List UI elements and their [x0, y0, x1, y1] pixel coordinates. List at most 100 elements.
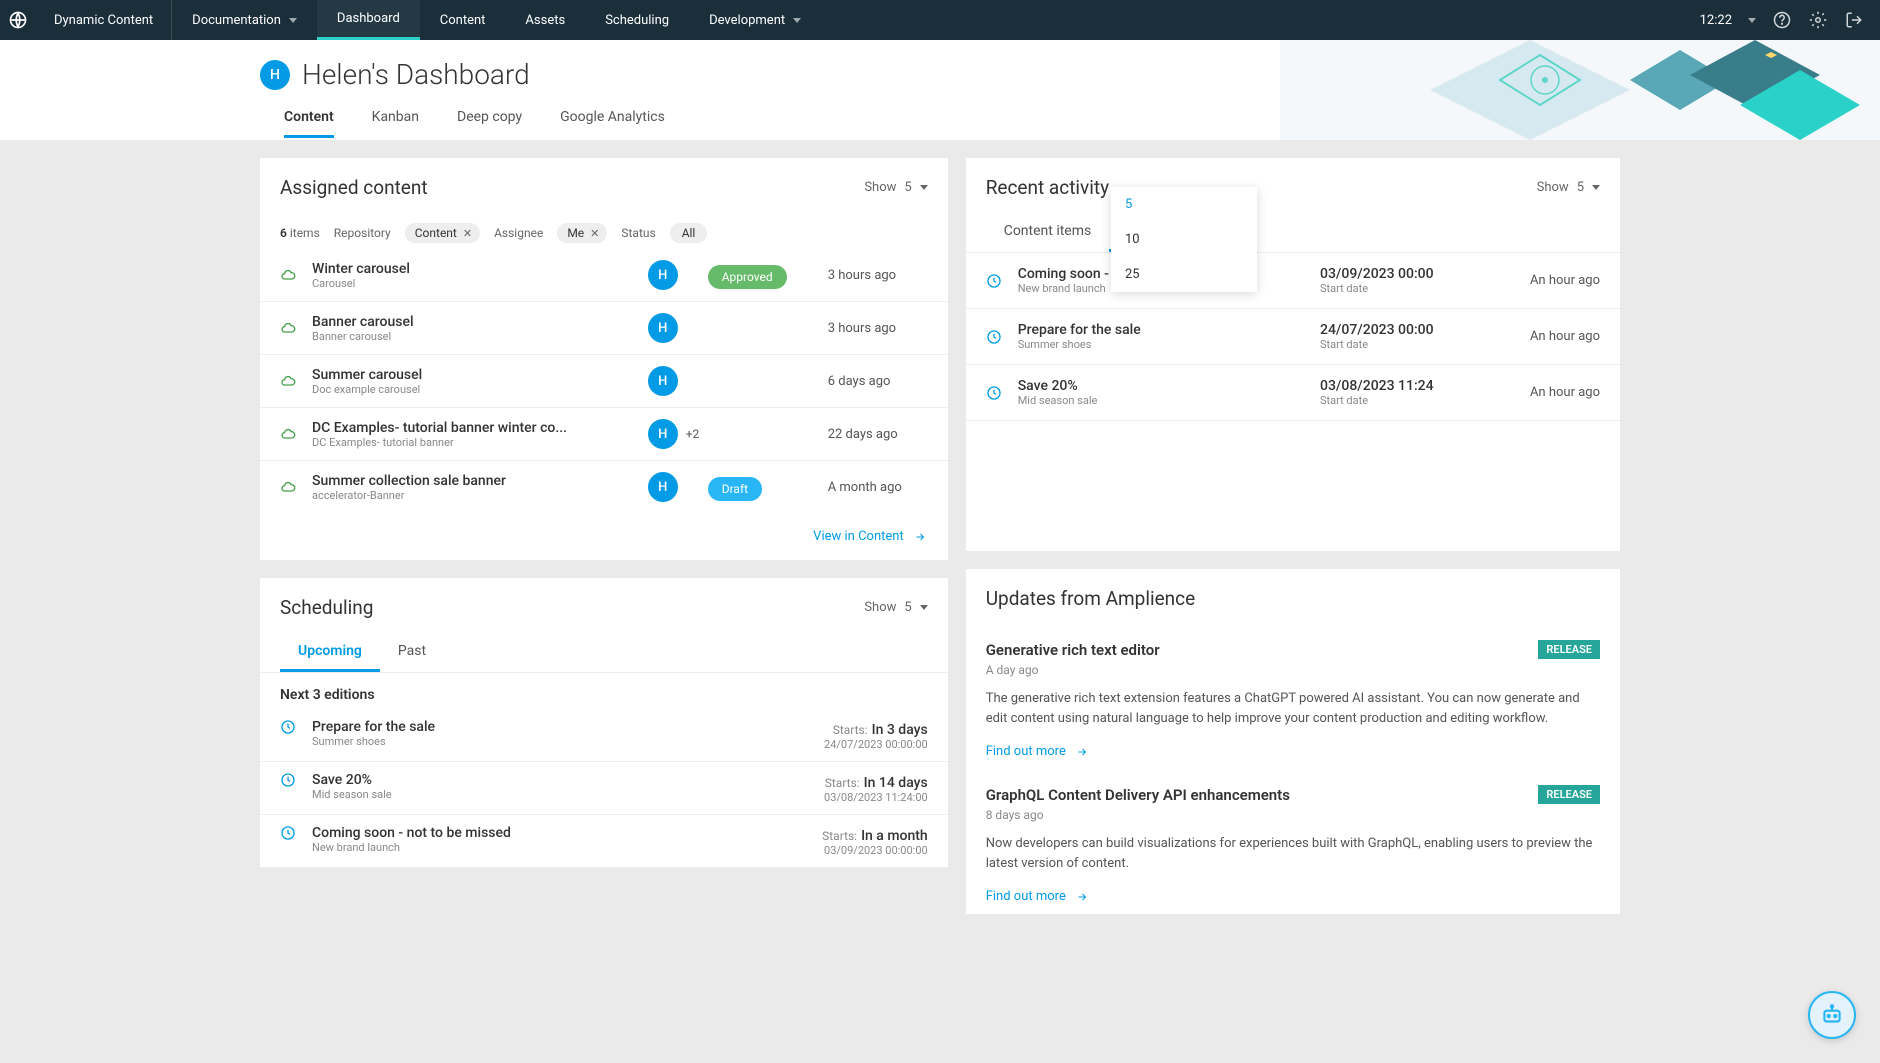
- page-header: H Helen's Dashboard Content Kanban Deep …: [0, 40, 1880, 140]
- assignee-plus-count: +2: [686, 427, 700, 441]
- item-subtitle: Carousel: [312, 277, 648, 290]
- clock-icon: [986, 385, 1002, 401]
- activity-title: Save 20%: [1018, 378, 1320, 394]
- chat-bot-button[interactable]: [1808, 991, 1856, 1039]
- updates-card: Updates from Amplience Generative rich t…: [966, 569, 1620, 914]
- nav-development[interactable]: Development: [689, 0, 821, 40]
- item-title: Winter carousel: [312, 261, 648, 277]
- user-avatar: H: [260, 60, 290, 90]
- assigned-item-row[interactable]: DC Examples- tutorial banner winter co..…: [260, 407, 948, 460]
- logout-icon[interactable]: [1844, 10, 1864, 30]
- assigned-show-selector[interactable]: Show 5: [864, 180, 927, 195]
- show-count-dropdown: 5 10 25: [1111, 187, 1257, 292]
- cloud-icon: [280, 479, 296, 495]
- arrow-right-icon: [912, 531, 928, 543]
- cloud-icon: [280, 426, 296, 442]
- scheduling-timestamp: 03/09/2023 00:00:00: [822, 844, 928, 857]
- activity-subtitle: Mid season sale: [1018, 394, 1320, 407]
- sched-tab-past[interactable]: Past: [380, 633, 444, 672]
- update-date: A day ago: [986, 663, 1600, 677]
- assigned-count: 6: [280, 226, 287, 240]
- assigned-content-card: Assigned content Show 5 6 items Reposito…: [260, 158, 948, 560]
- recent-show-selector[interactable]: Show 5: [1537, 180, 1600, 195]
- subtab-deepcopy[interactable]: Deep copy: [457, 109, 522, 138]
- sched-tab-upcoming[interactable]: Upcoming: [280, 633, 380, 672]
- item-subtitle: Doc example carousel: [312, 383, 648, 396]
- item-time: 3 hours ago: [828, 321, 928, 336]
- recent-title: Recent activity: [986, 176, 1109, 199]
- topbar-logo[interactable]: [0, 10, 36, 30]
- assigned-show-label: Show: [864, 180, 896, 195]
- chip-remove-icon[interactable]: ✕: [463, 227, 472, 240]
- show-option-5[interactable]: 5: [1111, 187, 1257, 222]
- assigned-item-row[interactable]: Summer carousel Doc example carousel H 6…: [260, 354, 948, 407]
- scheduling-starts-label: Starts:: [825, 776, 860, 790]
- view-in-content-link[interactable]: View in Content: [813, 529, 928, 544]
- find-out-more-label: Find out more: [986, 744, 1066, 759]
- find-out-more-link[interactable]: Find out more: [986, 889, 1090, 904]
- clock-icon: [280, 719, 296, 735]
- assigned-title: Assigned content: [280, 176, 428, 199]
- activity-time: An hour ago: [1500, 329, 1600, 344]
- topbar-brand[interactable]: Dynamic Content: [36, 0, 172, 40]
- clock-icon: [280, 772, 296, 788]
- activity-date: 03/09/2023 00:00: [1320, 266, 1500, 282]
- assignee-avatar: H: [648, 472, 678, 502]
- scheduling-starts-label: Starts:: [833, 723, 868, 737]
- updates-title: Updates from Amplience: [986, 587, 1195, 610]
- assigned-item-row[interactable]: Banner carousel Banner carousel H 3 hour…: [260, 301, 948, 354]
- update-body: The generative rich text extension featu…: [986, 689, 1600, 728]
- status-pill[interactable]: All: [670, 223, 708, 243]
- activity-tab-content[interactable]: Content items: [986, 213, 1110, 252]
- repo-chip-text: Content: [415, 226, 457, 240]
- nav-assets[interactable]: Assets: [505, 0, 585, 40]
- activity-row[interactable]: Save 20% Mid season sale 03/08/2023 11:2…: [966, 365, 1620, 421]
- activity-time: An hour ago: [1500, 385, 1600, 400]
- subtab-content[interactable]: Content: [284, 109, 334, 138]
- assigned-item-row[interactable]: Winter carousel Carousel H Approved 3 ho…: [260, 249, 948, 301]
- scheduling-row[interactable]: Prepare for the sale Summer shoes Starts…: [260, 709, 948, 762]
- help-icon[interactable]: [1772, 10, 1792, 30]
- time-chevron-icon[interactable]: [1748, 18, 1756, 23]
- subtab-kanban[interactable]: Kanban: [372, 109, 419, 138]
- scheduling-when: In a month: [861, 828, 928, 844]
- recent-show-value: 5: [1577, 180, 1584, 195]
- find-out-more-link[interactable]: Find out more: [986, 744, 1090, 759]
- nav-documentation[interactable]: Documentation: [172, 0, 317, 40]
- header-decoration: [1280, 40, 1880, 140]
- show-option-25[interactable]: 25: [1111, 257, 1257, 292]
- cloud-icon: [280, 267, 296, 283]
- nav-scheduling[interactable]: Scheduling: [585, 0, 689, 40]
- item-time: 22 days ago: [828, 427, 928, 442]
- subtab-ga[interactable]: Google Analytics: [560, 109, 665, 138]
- scheduling-item-subtitle: New brand launch: [312, 841, 822, 854]
- settings-icon[interactable]: [1808, 10, 1828, 30]
- clock-icon: [986, 329, 1002, 345]
- view-in-content-label: View in Content: [813, 529, 904, 544]
- chevron-down-icon: [920, 605, 928, 610]
- topbar-time[interactable]: 12:22: [1700, 13, 1732, 28]
- scheduling-timestamp: 03/08/2023 11:24:00: [824, 791, 928, 804]
- cloud-icon: [280, 320, 296, 336]
- activity-time: An hour ago: [1500, 273, 1600, 288]
- scheduling-item-title: Save 20%: [312, 772, 824, 788]
- assignee-chip-text: Me: [567, 226, 584, 240]
- item-title: Summer carousel: [312, 367, 648, 383]
- scheduling-when: In 3 days: [872, 722, 928, 738]
- scheduling-show-selector[interactable]: Show 5: [864, 600, 927, 615]
- assigned-item-row[interactable]: Summer collection sale banner accelerato…: [260, 460, 948, 513]
- scheduling-row[interactable]: Coming soon - not to be missed New brand…: [260, 815, 948, 868]
- activity-row[interactable]: Coming soon - not to be missed New brand…: [966, 253, 1620, 309]
- scheduling-row[interactable]: Save 20% Mid season sale Starts: In 14 d…: [260, 762, 948, 815]
- scheduling-heading: Next 3 editions: [260, 673, 948, 709]
- nav-content[interactable]: Content: [420, 0, 506, 40]
- activity-date-label: Start date: [1320, 338, 1500, 351]
- activity-row[interactable]: Prepare for the sale Summer shoes 24/07/…: [966, 309, 1620, 365]
- assignee-chip[interactable]: Me ✕: [557, 223, 607, 243]
- activity-title: Prepare for the sale: [1018, 322, 1320, 338]
- chip-remove-icon[interactable]: ✕: [590, 227, 599, 240]
- nav-dashboard[interactable]: Dashboard: [317, 0, 420, 40]
- show-option-10[interactable]: 10: [1111, 222, 1257, 257]
- repo-chip[interactable]: Content ✕: [405, 223, 480, 243]
- activity-date-label: Start date: [1320, 282, 1500, 295]
